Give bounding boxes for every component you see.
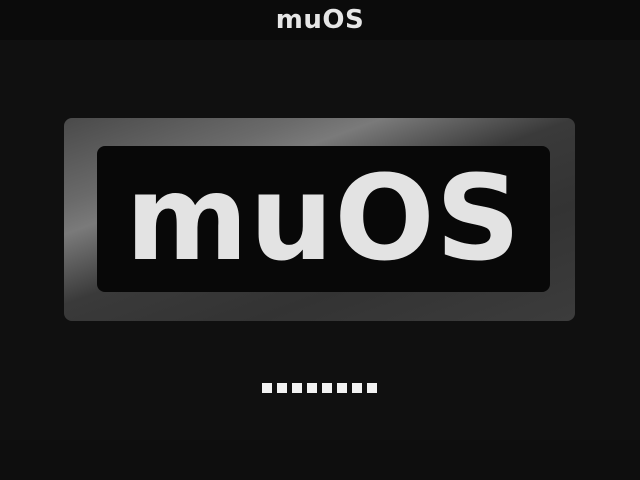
logo-frame: muOS	[64, 118, 575, 321]
boot-screen: muOS muOS	[0, 0, 640, 480]
progress-dot	[277, 383, 287, 393]
header-title: muOS	[275, 5, 365, 35]
progress-dot	[292, 383, 302, 393]
logo-text: muOS	[125, 149, 522, 287]
progress-dot	[322, 383, 332, 393]
footer-band	[0, 440, 640, 480]
progress-dot	[262, 383, 272, 393]
progress-dot	[367, 383, 377, 393]
header-bar: muOS	[0, 0, 640, 40]
progress-dot	[352, 383, 362, 393]
logo-panel: muOS	[97, 146, 550, 292]
progress-dot	[337, 383, 347, 393]
progress-dot	[307, 383, 317, 393]
loading-indicator	[262, 383, 377, 393]
